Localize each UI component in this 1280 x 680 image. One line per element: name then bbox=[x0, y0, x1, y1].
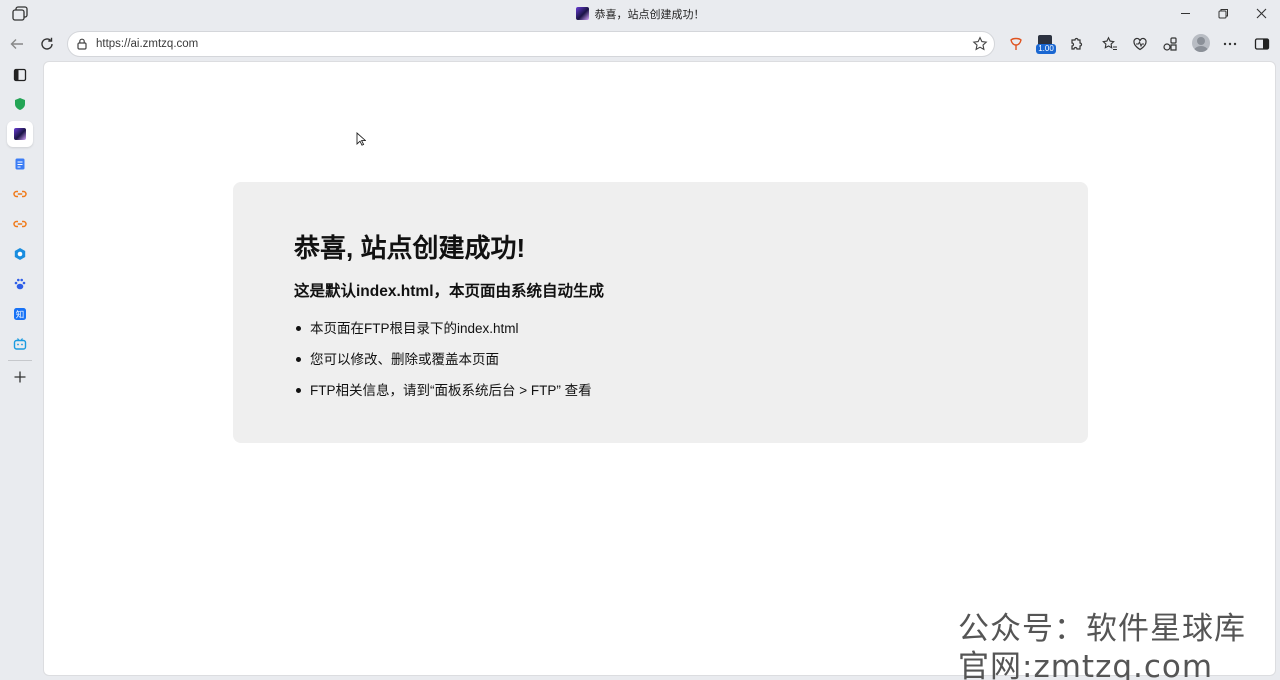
close-window-button[interactable] bbox=[1242, 0, 1280, 26]
address-bar[interactable]: https://ai.zmtzq.com bbox=[67, 31, 995, 57]
shield-icon bbox=[15, 98, 25, 110]
add-sidebar-app-button[interactable] bbox=[7, 364, 33, 390]
web-page: 恭喜, 站点创建成功! 这是默认index.html，本页面由系统自动生成 本页… bbox=[43, 61, 1276, 676]
url-text[interactable]: https://ai.zmtzq.com bbox=[96, 38, 198, 50]
sidebar-item-hexagon[interactable] bbox=[7, 241, 33, 267]
browser-sidebar: 知 bbox=[0, 60, 40, 680]
site-favicon-icon bbox=[14, 128, 26, 140]
sidebar-item-current-site[interactable] bbox=[7, 121, 33, 147]
puzzle-icon bbox=[1071, 37, 1083, 50]
link-icon bbox=[13, 220, 27, 228]
list-item: FTP相关信息，请到“面板系统后台 > FTP” 查看 bbox=[294, 381, 592, 412]
site-favicon-icon bbox=[575, 7, 589, 20]
lock-icon[interactable] bbox=[75, 37, 89, 51]
mouse-cursor-icon bbox=[356, 132, 366, 146]
close-icon bbox=[1256, 8, 1266, 18]
sidebar-item-baidu[interactable] bbox=[7, 271, 33, 297]
health-icon bbox=[1133, 37, 1147, 51]
sidebar-item-shield[interactable] bbox=[7, 91, 33, 117]
collections-button[interactable] bbox=[1159, 33, 1181, 55]
sidebar-item-zhihu[interactable]: 知 bbox=[7, 301, 33, 327]
sidebar-item-docs[interactable] bbox=[7, 151, 33, 177]
favorites-icon bbox=[1102, 36, 1117, 51]
sidebar-divider bbox=[8, 360, 32, 361]
refresh-button[interactable] bbox=[36, 33, 58, 55]
list-item: 您可以修改、删除或覆盖本页面 bbox=[294, 350, 592, 381]
back-icon bbox=[10, 39, 23, 49]
back-button[interactable] bbox=[6, 33, 28, 55]
page-title: 恭喜, 站点创建成功! bbox=[294, 233, 526, 263]
tab-actions-icon bbox=[13, 68, 27, 82]
favorites-button[interactable] bbox=[1099, 33, 1121, 55]
browser-essentials-button[interactable] bbox=[1129, 33, 1151, 55]
svg-text:知: 知 bbox=[16, 309, 25, 320]
browser-toolbar: https://ai.zmtzq.com 1.00 bbox=[0, 28, 1280, 60]
favorite-star-icon[interactable] bbox=[972, 36, 988, 52]
minimize-button[interactable] bbox=[1166, 0, 1204, 26]
sidebar-item-link-1[interactable] bbox=[7, 181, 33, 207]
more-icon bbox=[1223, 42, 1237, 46]
info-list: 本页面在FTP根目录下的index.html 您可以修改、删除或覆盖本页面 FT… bbox=[294, 319, 592, 412]
more-button[interactable] bbox=[1219, 33, 1241, 55]
sidebar-toggle-button[interactable] bbox=[1251, 33, 1273, 55]
paw-icon bbox=[14, 278, 26, 290]
extension-icon bbox=[1010, 37, 1022, 50]
document-icon bbox=[15, 158, 25, 170]
hexagon-icon bbox=[14, 248, 26, 260]
tv-icon bbox=[13, 338, 27, 350]
watermark-line-2: 官网:zmtzq.com bbox=[958, 649, 1214, 680]
extensions-button[interactable] bbox=[1065, 33, 1087, 55]
sidebar-item-bilibili[interactable] bbox=[7, 331, 33, 357]
title-bar: 恭喜，站点创建成功！ bbox=[0, 0, 1280, 28]
extension-mask-button[interactable] bbox=[1005, 33, 1027, 55]
zhihu-icon: 知 bbox=[14, 308, 26, 320]
speed-extension-button[interactable]: 1.00 bbox=[1036, 35, 1056, 55]
success-card: 恭喜, 站点创建成功! 这是默认index.html，本页面由系统自动生成 本页… bbox=[233, 182, 1088, 443]
plus-icon bbox=[14, 371, 26, 383]
refresh-icon bbox=[41, 37, 53, 50]
tab-actions-button[interactable] bbox=[7, 62, 33, 88]
list-item: 本页面在FTP根目录下的index.html bbox=[294, 319, 592, 350]
page-subtitle: 这是默认index.html，本页面由系统自动生成 bbox=[294, 283, 605, 300]
sidebar-toggle-icon bbox=[1254, 38, 1270, 50]
profile-avatar[interactable] bbox=[1192, 34, 1210, 52]
restore-button[interactable] bbox=[1204, 0, 1242, 26]
sidebar-item-link-2[interactable] bbox=[7, 211, 33, 237]
window-title: 恭喜，站点创建成功！ bbox=[0, 6, 1280, 22]
window-title-text: 恭喜，站点创建成功！ bbox=[594, 9, 705, 21]
minimize-icon bbox=[1180, 12, 1190, 14]
extension-badge: 1.00 bbox=[1036, 44, 1056, 54]
collections-icon bbox=[1163, 37, 1177, 51]
link-icon bbox=[13, 190, 27, 198]
restore-icon bbox=[1218, 8, 1228, 18]
